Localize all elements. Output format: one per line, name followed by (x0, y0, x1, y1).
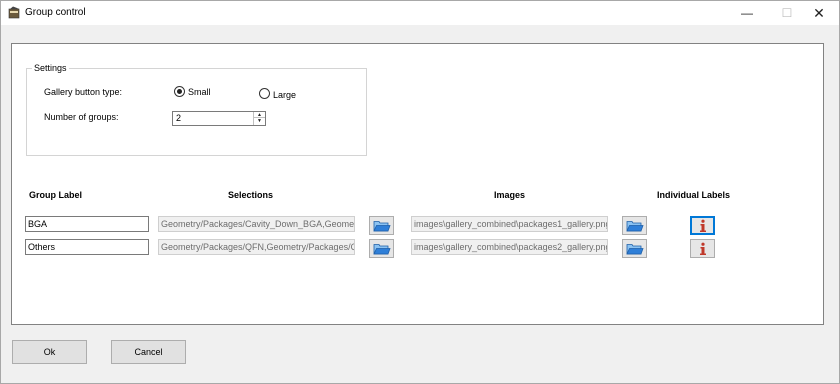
spin-down-icon[interactable]: ▼ (254, 118, 265, 124)
app-icon (8, 6, 20, 19)
browse-image-button-2[interactable] (622, 239, 647, 258)
header-selections: Selections (228, 190, 274, 200)
group-control-window: Group control — ☐ ✕ Settings Gallery but… (0, 0, 840, 384)
individual-labels-button-1[interactable] (690, 216, 715, 235)
browse-selections-button-2[interactable] (369, 239, 394, 258)
folder-open-icon (625, 243, 644, 254)
image-field-1: images\gallery_combined\packages1_galler… (411, 216, 608, 232)
radio-large[interactable] (259, 88, 270, 99)
folder-open-icon (372, 243, 391, 254)
radio-large-label[interactable]: Large (273, 90, 296, 100)
header-images: Images (494, 190, 526, 200)
folder-open-icon (372, 220, 391, 231)
settings-legend: Settings (32, 63, 69, 73)
settings-groupbox: Settings Gallery button type: Small Larg… (26, 63, 367, 156)
group-label-input-2[interactable]: Others (25, 239, 149, 255)
folder-open-icon (625, 220, 644, 231)
group-label-input-1[interactable]: BGA (25, 216, 149, 232)
individual-labels-button-2[interactable] (690, 239, 715, 258)
minimize-button[interactable]: — (727, 1, 767, 25)
cancel-button[interactable]: Cancel (111, 340, 186, 364)
header-individual-labels: Individual Labels (657, 190, 731, 200)
number-of-groups-stepper[interactable]: 2 ▲ ▼ (172, 111, 266, 126)
number-of-groups-label: Number of groups: (44, 112, 119, 122)
window-title: Group control (25, 7, 86, 18)
stepper-buttons: ▲ ▼ (253, 112, 265, 125)
info-icon (699, 242, 706, 255)
selections-field-1: Geometry/Packages/Cavity_Down_BGA,Geomet… (158, 216, 355, 232)
close-button[interactable]: ✕ (799, 1, 839, 25)
radio-small-label[interactable]: Small (188, 87, 211, 97)
info-icon (699, 219, 706, 232)
browse-image-button-1[interactable] (622, 216, 647, 235)
title-bar: Group control — ☐ ✕ (1, 1, 839, 25)
selections-field-2: Geometry/Packages/QFN,Geometry/Packages/… (158, 239, 355, 255)
gallery-button-type-label: Gallery button type: (44, 87, 123, 97)
browse-selections-button-1[interactable] (369, 216, 394, 235)
number-of-groups-value[interactable]: 2 (176, 113, 181, 123)
group-panel: Settings Gallery button type: Small Larg… (11, 43, 824, 325)
image-field-2: images\gallery_combined\packages2_galler… (411, 239, 608, 255)
header-group-label: Group Label (29, 190, 83, 200)
ok-button[interactable]: Ok (12, 340, 87, 364)
radio-small[interactable] (174, 86, 185, 97)
